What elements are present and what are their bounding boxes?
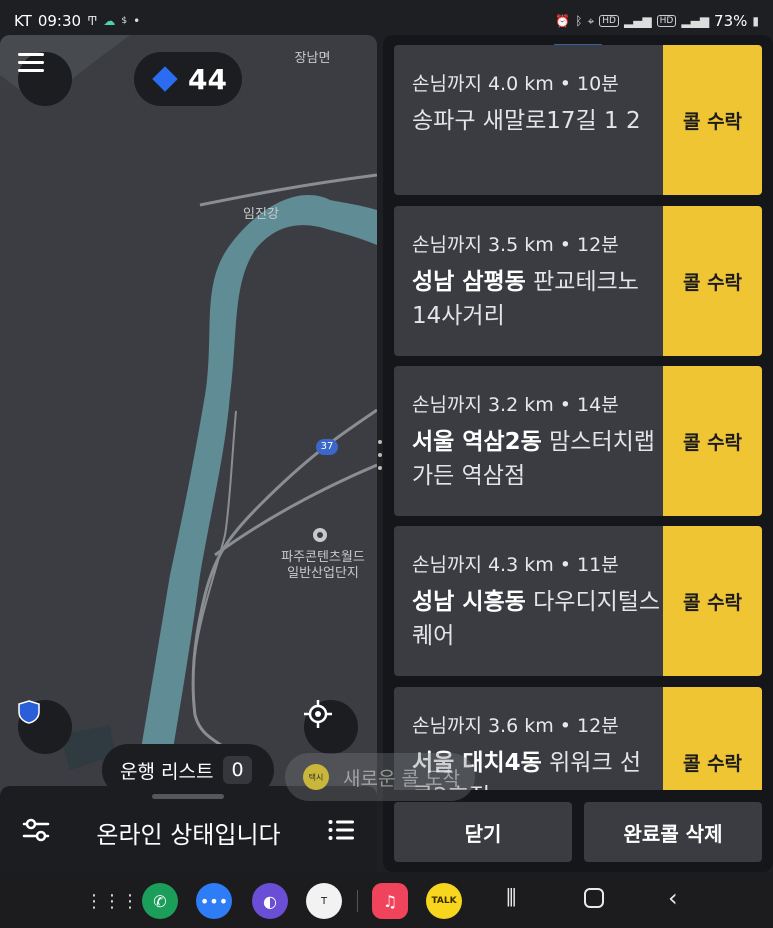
online-status-text: 온라인 상태입니다 (96, 821, 281, 849)
shield-button[interactable] (18, 700, 72, 754)
call-card[interactable]: 손님까지 4.0 km • 10분 송파구 새말로17길 1 2 콜 수락 (394, 45, 762, 195)
road-number-badge: 37 (320, 441, 334, 452)
call-address: 서울 역삼2동 맘스터치랩가든 역삼점 (412, 429, 655, 489)
panel-footer: 닫기 완료콜 삭제 (383, 790, 773, 872)
lte-signal-icon: ▂▄▆ (681, 14, 710, 28)
messages-icon[interactable]: ••• (196, 883, 232, 919)
screen: KT 09:30 Ͳ ☁ $ • ⏰ ᛒ ⌖ HD ▂▄▆ HD ▂▄▆ 73%… (0, 0, 773, 928)
accept-call-button[interactable]: 콜 수락 (663, 45, 762, 195)
call-card[interactable]: 손님까지 3.2 km • 14분 서울 역삼2동 맘스터치랩가든 역삼점 콜 … (394, 366, 762, 516)
clock: 09:30 (37, 12, 82, 30)
call-address: 송파구 새말로17길 1 2 (412, 108, 641, 134)
bluetooth-icon: ᛒ (575, 14, 583, 28)
call-distance-time: 손님까지 3.5 km • 12분 (412, 234, 619, 256)
call-distance-time: 손님까지 4.3 km • 11분 (412, 554, 619, 576)
close-button[interactable]: 닫기 (394, 802, 572, 862)
phone-icon[interactable]: ✆ (142, 883, 178, 919)
taxi-icon: 택시 (303, 764, 329, 790)
location-icon: ⌖ (587, 13, 595, 28)
signal-icon: ▂▄▆ (623, 14, 652, 28)
map-label-river: 임진강 (243, 207, 279, 222)
call-distance-time: 손님까지 3.6 km • 12분 (412, 715, 619, 737)
status-bar: KT 09:30 Ͳ ☁ $ • ⏰ ᛒ ⌖ HD ▂▄▆ HD ▂▄▆ 73%… (0, 0, 773, 40)
battery-level: 73% (714, 12, 748, 30)
points-pill[interactable]: 44 (134, 52, 242, 106)
accept-call-button[interactable]: 콜 수락 (663, 366, 762, 516)
delete-completed-calls-button[interactable]: 완료콜 삭제 (584, 802, 762, 862)
menu-icon (18, 53, 44, 72)
music-icon[interactable]: ♫ (372, 883, 408, 919)
call-address: 성남 시흥동 다우디지털스퀘어 (412, 589, 661, 649)
alarm-icon: ⏰ (555, 14, 571, 28)
dot-icon: • (133, 14, 141, 28)
pay-icon: $ (121, 16, 128, 26)
accept-call-button[interactable]: 콜 수락 (663, 206, 762, 356)
recents-icon[interactable]: ⦀ (506, 884, 517, 912)
call-card[interactable]: 손님까지 3.5 km • 12분 성남 삼평동 판교테크노14사거리 콜 수락 (394, 206, 762, 356)
diamond-icon (152, 66, 178, 92)
accept-call-button[interactable]: 콜 수락 (663, 526, 762, 676)
drag-handle[interactable] (152, 794, 224, 799)
locate-button[interactable] (304, 700, 358, 754)
taskbar: ⋮⋮⋮ ✆ ••• ◐ T ♫ TALK ⦀ ‹ (0, 872, 773, 928)
call-list-panel: 손님까지 4.0 km • 10분 송파구 새말로17길 1 2 콜 수락 손님… (383, 35, 773, 872)
list-icon[interactable] (328, 819, 354, 841)
accept-call-button[interactable]: 콜 수락 (663, 687, 762, 790)
call-card[interactable]: 손님까지 4.3 km • 11분 성남 시흥동 다우디지털스퀘어 콜 수락 (394, 526, 762, 676)
cloud-icon: ☁ (103, 14, 116, 28)
map-label-town: 장남면 (294, 51, 331, 66)
drive-list-count: 0 (223, 756, 252, 784)
drive-list-label: 운행 리스트 (120, 760, 214, 783)
apps-grid-icon[interactable]: ⋮⋮⋮ (85, 883, 139, 919)
kakaotalk-icon[interactable]: TALK (426, 883, 462, 919)
call-address: 성남 삼평동 판교테크노14사거리 (412, 269, 639, 329)
crosshair-icon (304, 700, 332, 728)
points-value: 44 (188, 62, 227, 96)
map-poi-label: 파주콘텐츠월드 일반산업단지 (281, 550, 365, 581)
call-distance-time: 손님까지 4.0 km • 10분 (412, 73, 619, 95)
call-distance-time: 손님까지 3.2 km • 14분 (412, 394, 619, 416)
shield-icon (18, 700, 40, 724)
map-view[interactable]: 장남면 임진강 37 파주콘텐츠월드 일반산업단지 44 운행 리스트 0 (0, 35, 377, 872)
call-list[interactable]: 손님까지 4.0 km • 10분 송파구 새말로17길 1 2 콜 수락 손님… (394, 45, 762, 790)
carrier-label: KT (14, 12, 32, 30)
new-call-toast: 택시 새로운 콜 도착 (285, 753, 475, 801)
battery-icon: ▮ (752, 14, 759, 28)
toast-text: 새로운 콜 도착 (343, 767, 460, 790)
kakao-t-icon[interactable]: T (306, 883, 342, 919)
hd-icon: HD (599, 15, 619, 27)
back-icon[interactable]: ‹ (668, 884, 678, 912)
t-icon: Ͳ (87, 14, 98, 28)
hd-icon: HD (656, 15, 677, 27)
menu-button[interactable] (18, 52, 72, 106)
dock-separator (357, 890, 358, 912)
internet-icon[interactable]: ◐ (252, 883, 288, 919)
home-icon[interactable] (584, 888, 604, 908)
